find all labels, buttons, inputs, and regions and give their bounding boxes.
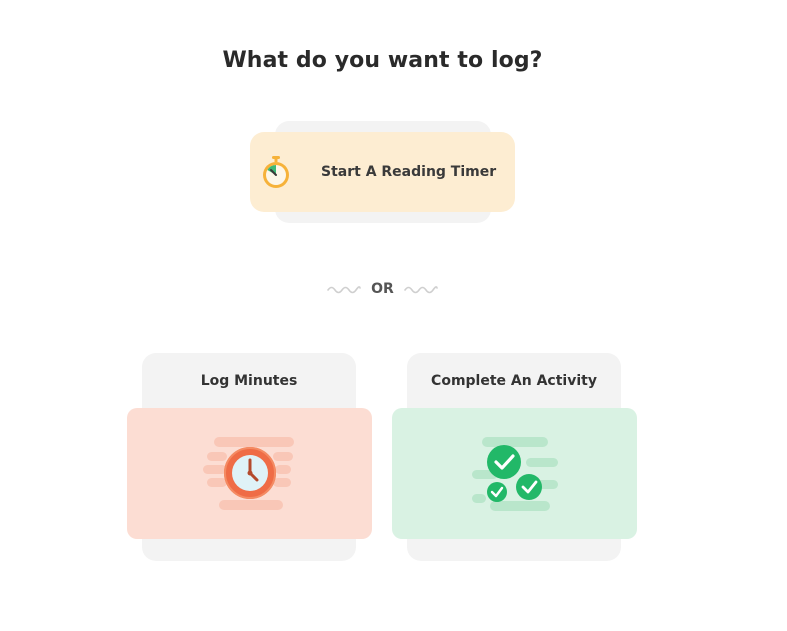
clock-icon	[203, 437, 294, 510]
log-choice-page: What do you want to log? Start A Reading…	[0, 0, 787, 631]
or-text: OR	[371, 281, 394, 297]
complete-activity-label: Complete An Activity	[431, 373, 597, 389]
log-minutes-button[interactable]	[127, 408, 372, 539]
page-title: What do you want to log?	[222, 48, 543, 73]
squiggle-right-icon	[404, 286, 438, 294]
start-reading-timer-label: Start A Reading Timer	[321, 164, 497, 180]
or-divider: OR	[0, 280, 765, 298]
start-reading-timer-button[interactable]: Start A Reading Timer	[250, 132, 515, 212]
squiggle-left-icon	[327, 286, 361, 294]
complete-activity-button[interactable]	[392, 408, 637, 539]
stopwatch-icon	[263, 156, 289, 188]
checkmarks-icon	[472, 437, 558, 511]
log-minutes-label: Log Minutes	[200, 373, 298, 389]
